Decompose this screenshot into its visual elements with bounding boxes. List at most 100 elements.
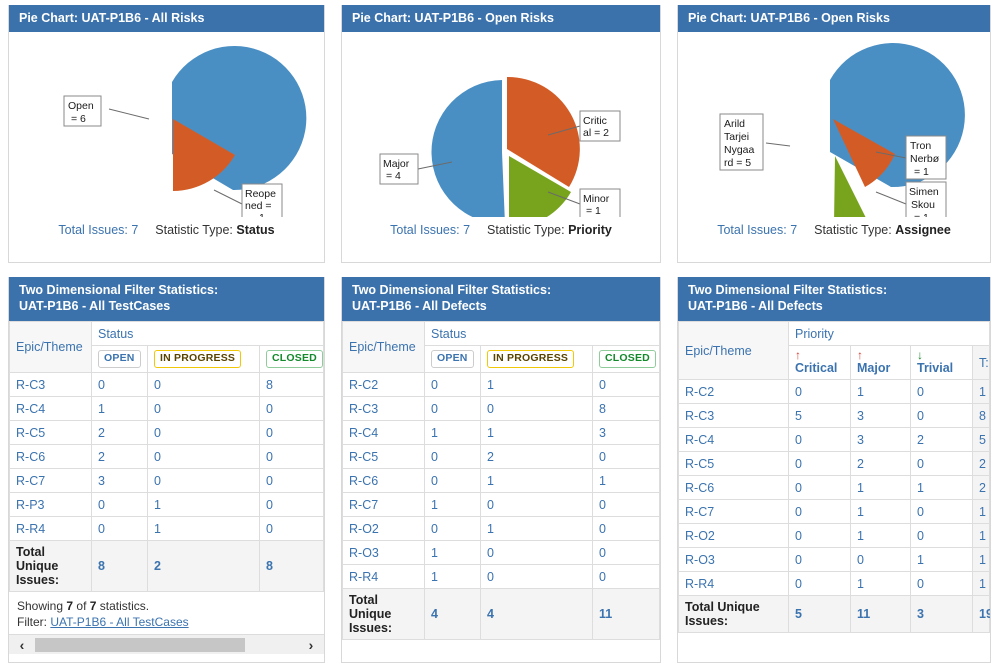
column-header-in-progress[interactable]: IN PROGRESS xyxy=(147,345,260,373)
cell-value[interactable]: 1 xyxy=(480,372,593,397)
cell-value[interactable]: 0 xyxy=(259,492,324,517)
cell-value[interactable]: 0 xyxy=(850,547,911,572)
pie-chart-priority[interactable]: Critic al = 2 Minor = 1 Major = 4 xyxy=(342,32,660,217)
cell-value[interactable]: 0 xyxy=(424,468,481,493)
total-issues-label[interactable]: Total Issues: xyxy=(390,223,459,237)
column-header-in-progress[interactable]: IN PROGRESS xyxy=(480,345,593,373)
row-label[interactable]: R-C4 xyxy=(342,420,425,445)
cell-value[interactable]: 0 xyxy=(592,372,660,397)
row-label[interactable]: R-O3 xyxy=(342,540,425,565)
row-label[interactable]: R-C6 xyxy=(9,444,92,469)
cell-value[interactable]: 3 xyxy=(850,427,911,452)
cell-value[interactable]: 0 xyxy=(788,499,851,524)
cell-value[interactable]: 2 xyxy=(480,444,593,469)
total-value[interactable]: 2 xyxy=(147,540,260,592)
row-label[interactable]: R-C3 xyxy=(342,396,425,421)
cell-value[interactable]: 1 xyxy=(850,379,911,404)
cell-value[interactable]: 0 xyxy=(592,540,660,565)
cell-value[interactable]: 5 xyxy=(788,403,851,428)
cell-value[interactable]: 0 xyxy=(788,451,851,476)
row-label[interactable]: R-R4 xyxy=(9,516,92,541)
cell-value[interactable]: 0 xyxy=(147,396,260,421)
cell-value[interactable]: 0 xyxy=(147,444,260,469)
column-header-major[interactable]: ↑ Major xyxy=(850,345,911,380)
cell-value[interactable]: 0 xyxy=(480,540,593,565)
pie-chart-status[interactable]: Open = 6 Reope ned = 1 xyxy=(9,32,324,217)
row-label[interactable]: R-C2 xyxy=(342,372,425,397)
total-value[interactable]: 8 xyxy=(91,540,148,592)
scrollbar-thumb[interactable] xyxy=(35,637,246,652)
cell-value[interactable]: 2 xyxy=(910,427,973,452)
horizontal-scrollbar[interactable]: ‹ › xyxy=(9,634,324,654)
row-label[interactable]: R-C3 xyxy=(9,372,92,397)
cell-value[interactable]: 0 xyxy=(788,475,851,500)
row-label[interactable]: R-C6 xyxy=(678,475,789,500)
cell-value[interactable]: 1 xyxy=(850,475,911,500)
cell-value[interactable]: 0 xyxy=(259,468,324,493)
column-header-open[interactable]: OPEN xyxy=(424,345,481,373)
row-label[interactable]: R-O2 xyxy=(342,516,425,541)
cell-value[interactable]: 1 xyxy=(850,571,911,596)
cell-value[interactable]: 0 xyxy=(910,523,973,548)
total-value[interactable]: 4 xyxy=(424,588,481,640)
cell-value[interactable]: 8 xyxy=(592,396,660,421)
cell-value[interactable]: 0 xyxy=(788,547,851,572)
cell-value[interactable]: 0 xyxy=(910,571,973,596)
cell-value[interactable]: 3 xyxy=(592,420,660,445)
cell-value[interactable]: 2 xyxy=(91,444,148,469)
cell-value[interactable]: 1 xyxy=(480,516,593,541)
cell-value[interactable]: 0 xyxy=(480,564,593,589)
cell-value[interactable]: 0 xyxy=(910,451,973,476)
row-label[interactable]: R-C4 xyxy=(9,396,92,421)
row-label[interactable]: R-C6 xyxy=(342,468,425,493)
cell-value[interactable]: 0 xyxy=(424,372,481,397)
row-label[interactable]: R-C2 xyxy=(678,379,789,404)
cell-value[interactable]: 0 xyxy=(424,396,481,421)
cell-value[interactable]: 3 xyxy=(850,403,911,428)
cell-value[interactable]: 1 xyxy=(91,396,148,421)
cell-value[interactable]: 1 xyxy=(592,468,660,493)
cell-value[interactable]: 0 xyxy=(910,403,973,428)
cell-value[interactable]: 0 xyxy=(788,571,851,596)
cell-value[interactable]: 1 xyxy=(910,475,973,500)
row-label[interactable]: R-C5 xyxy=(9,420,92,445)
column-header-critical[interactable]: ↑ Critical xyxy=(788,345,851,380)
cell-value[interactable]: 1 xyxy=(424,564,481,589)
cell-value[interactable]: 0 xyxy=(788,379,851,404)
row-label[interactable]: R-C5 xyxy=(342,444,425,469)
total-issues-label[interactable]: Total Issues: xyxy=(717,223,786,237)
cell-value[interactable]: 0 xyxy=(259,516,324,541)
total-value[interactable]: 4 xyxy=(480,588,593,640)
cell-value[interactable]: 3 xyxy=(91,468,148,493)
cell-value[interactable]: 1 xyxy=(910,547,973,572)
column-header-open[interactable]: OPEN xyxy=(91,345,148,373)
cell-value[interactable]: 1 xyxy=(850,499,911,524)
cell-value[interactable]: 0 xyxy=(592,516,660,541)
cell-value[interactable]: 0 xyxy=(788,427,851,452)
row-label[interactable]: R-R4 xyxy=(342,564,425,589)
pie-chart-assignee[interactable]: Arild Tarjei Nygaa rd = 5 Tron Nerbø = 1 xyxy=(678,32,990,217)
cell-value[interactable]: 0 xyxy=(480,396,593,421)
cell-value[interactable]: 0 xyxy=(91,372,148,397)
cell-value[interactable]: 2 xyxy=(91,420,148,445)
cell-value[interactable]: 0 xyxy=(259,420,324,445)
column-header-trivial[interactable]: ↓ Trivial xyxy=(910,345,973,380)
cell-value[interactable]: 0 xyxy=(147,420,260,445)
cell-value[interactable]: 1 xyxy=(147,516,260,541)
total-value[interactable]: 8 xyxy=(259,540,324,592)
cell-value[interactable]: 2 xyxy=(850,451,911,476)
cell-value[interactable]: 0 xyxy=(259,396,324,421)
row-label[interactable]: R-C5 xyxy=(678,451,789,476)
scroll-right-arrow-icon[interactable]: › xyxy=(298,637,324,653)
row-label[interactable]: R-C7 xyxy=(678,499,789,524)
cell-value[interactable]: 1 xyxy=(480,420,593,445)
cell-value[interactable]: 0 xyxy=(147,372,260,397)
cell-value[interactable]: 0 xyxy=(424,444,481,469)
total-value[interactable]: 11 xyxy=(850,595,911,633)
cell-value[interactable]: 8 xyxy=(259,372,324,397)
cell-value[interactable]: 0 xyxy=(91,516,148,541)
row-label[interactable]: R-C4 xyxy=(678,427,789,452)
row-label[interactable]: R-C7 xyxy=(342,492,425,517)
row-label[interactable]: R-C3 xyxy=(678,403,789,428)
column-header-closed[interactable]: CLOSED xyxy=(592,345,660,373)
